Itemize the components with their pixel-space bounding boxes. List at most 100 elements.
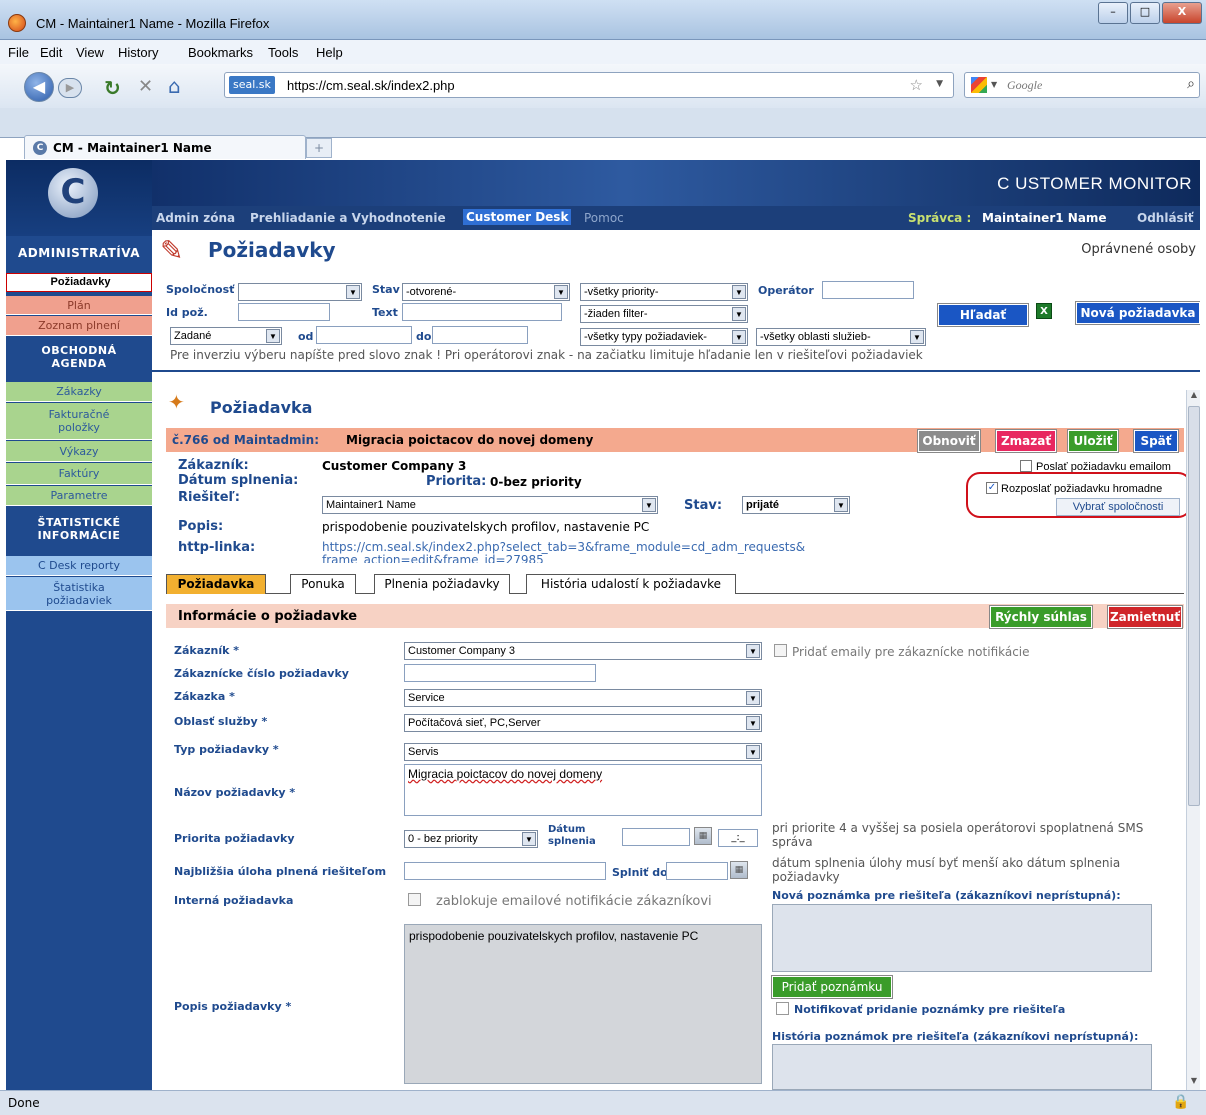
bookmark-star-icon[interactable]: ☆ — [910, 76, 923, 94]
topnav-admin[interactable]: Admin zóna — [156, 211, 235, 225]
menu-bookmarks[interactable]: Bookmarks — [188, 45, 253, 60]
app-logo[interactable]: C — [48, 168, 98, 218]
sidebar-item-poziadavky[interactable]: Požiadavky — [6, 273, 152, 292]
minimize-button[interactable]: – — [1098, 2, 1128, 24]
browser-tab[interactable]: C CM - Maintainer1 Name — [24, 135, 306, 159]
type-select[interactable]: Servis ▼ — [404, 743, 762, 761]
scroll-up-icon[interactable]: ▲ — [1188, 390, 1200, 402]
internal-checkbox[interactable] — [408, 893, 421, 906]
next-task-input[interactable] — [404, 862, 606, 880]
filter-areas-select[interactable]: -všetky oblasti služieb- ▼ — [756, 328, 926, 346]
url-dropdown-icon[interactable]: ▼ — [936, 79, 943, 89]
due-time-input[interactable]: _:_ — [718, 829, 758, 847]
topnav-customer-desk[interactable]: Customer Desk — [463, 209, 572, 225]
refresh-button[interactable]: Obnoviť — [918, 430, 980, 452]
http-link-line2[interactable]: frame_action=edit&frame_id=27985 — [322, 553, 544, 563]
solver-select[interactable]: Maintainer1 Name ▼ — [322, 496, 658, 514]
name-textarea[interactable]: Migracia poictacov do novej domeny — [404, 764, 762, 816]
logout-link[interactable]: Odhlásiť — [1137, 211, 1194, 225]
tab-label[interactable]: CM - Maintainer1 Name — [53, 141, 212, 155]
menu-view[interactable]: View — [76, 45, 104, 60]
form-customer-select[interactable]: Customer Company 3 ▼ — [404, 642, 762, 660]
sidebar-item-zakazky[interactable]: Zákazky — [6, 382, 152, 402]
filter-id-input[interactable] — [238, 303, 330, 321]
sidebar-item-parametre[interactable]: Parametre — [6, 486, 152, 506]
lock-icon[interactable]: 🔒 — [1172, 1094, 1189, 1110]
priority-req-select[interactable]: 0 - bez priority ▼ — [404, 830, 538, 848]
scroll-thumb[interactable] — [1188, 406, 1200, 806]
menu-edit[interactable]: Edit — [40, 45, 62, 60]
add-note-button[interactable]: Pridať poznámku — [772, 976, 892, 998]
bulk-send-checkbox[interactable]: ✓ — [986, 482, 998, 494]
state-select[interactable]: prijaté ▼ — [742, 496, 850, 514]
sidebar-item-zoznam-plneni[interactable]: Zoznam plnení — [6, 316, 152, 336]
back-icon[interactable]: ◀ — [24, 72, 54, 102]
page-scrollbar[interactable]: ▲ ▼ — [1186, 390, 1200, 1090]
reject-button[interactable]: Zamietnuť — [1108, 606, 1182, 628]
calendar-icon[interactable]: ▦ — [730, 861, 748, 879]
reload-icon[interactable]: ↻ — [104, 76, 121, 100]
sidebar-item-statistika[interactable]: Štatistika požiadaviek — [6, 577, 152, 611]
filter-types-select[interactable]: -všetky typy požiadaviek- ▼ — [580, 328, 748, 346]
sidebar-item-vykazy[interactable]: Výkazy — [6, 441, 152, 462]
scroll-down-icon[interactable]: ▼ — [1188, 1076, 1200, 1088]
http-link-line1[interactable]: https://cm.seal.sk/index2.php?select_tab… — [322, 540, 805, 554]
back-button[interactable]: Späť — [1134, 430, 1178, 452]
stop-icon[interactable]: ✕ — [138, 76, 153, 97]
filter-date-type-select[interactable]: Zadané ▼ — [170, 327, 282, 345]
menu-help[interactable]: Help — [316, 45, 343, 60]
order-select[interactable]: Service ▼ — [404, 689, 762, 707]
send-email-checkbox[interactable] — [1020, 460, 1032, 472]
maximize-button[interactable]: □ — [1130, 2, 1160, 24]
new-request-button[interactable]: Nová požiadavka — [1076, 302, 1200, 324]
topnav-review[interactable]: Prehliadanie a Vyhodnotenie — [250, 211, 446, 225]
tab-ponuka[interactable]: Ponuka — [290, 574, 356, 594]
save-button[interactable]: Uložiť — [1068, 430, 1118, 452]
site-identity-badge[interactable]: seal.sk — [229, 76, 275, 94]
sidebar-item-faktury[interactable]: Faktúry — [6, 463, 152, 485]
search-engine-dropdown-icon[interactable]: ▼ — [991, 80, 997, 89]
customer-number-input[interactable] — [404, 664, 596, 682]
tab-plnenia[interactable]: Plnenia požiadavky — [374, 574, 510, 594]
sidebar-item-c-desk-reporty[interactable]: C Desk reporty — [6, 556, 152, 576]
google-icon[interactable] — [971, 77, 987, 93]
choose-companies-button[interactable]: Vybrať spoločnosti — [1056, 498, 1180, 516]
url-bar[interactable]: seal.sk https://cm.seal.sk/index2.php ☆ … — [224, 72, 954, 98]
search-bar[interactable]: ▼ Google ⌕ — [964, 72, 1200, 98]
menu-file[interactable]: File — [8, 45, 29, 60]
filter-text-input[interactable] — [402, 303, 562, 321]
filter-company-select[interactable]: ▼ — [238, 283, 362, 301]
add-emails-checkbox[interactable] — [774, 644, 787, 657]
area-select[interactable]: Počítačová sieť, PC,Server ▼ — [404, 714, 762, 732]
new-tab-button[interactable]: + — [306, 138, 332, 158]
filter-state-select[interactable]: -otvorené- ▼ — [402, 283, 570, 301]
new-note-textarea[interactable] — [772, 904, 1152, 972]
close-button[interactable]: X — [1162, 2, 1202, 24]
search-input[interactable]: Google — [1007, 78, 1042, 93]
sidebar-item-fakturacne-polozky[interactable]: Fakturačné položky — [6, 403, 152, 440]
sidebar-item-plan[interactable]: Plán — [6, 296, 152, 315]
fulfil-by-input[interactable] — [666, 862, 728, 880]
forward-icon[interactable]: ▶ — [58, 78, 82, 98]
search-icon[interactable]: ⌕ — [1187, 76, 1195, 92]
topnav-help[interactable]: Pomoc — [584, 211, 624, 225]
home-icon[interactable]: ⌂ — [168, 74, 181, 98]
excel-export-icon[interactable]: X — [1036, 303, 1052, 319]
authorized-persons-link[interactable]: Oprávnené osoby — [1081, 242, 1196, 257]
filter-filter-select[interactable]: -žiaden filter- ▼ — [580, 305, 748, 323]
filter-operator-input[interactable] — [822, 281, 914, 299]
delete-button[interactable]: Zmazať — [996, 430, 1056, 452]
search-button[interactable]: Hľadať — [938, 304, 1028, 326]
tab-historia[interactable]: História udalostí k požiadavke — [526, 574, 736, 594]
tab-poziadavka[interactable]: Požiadavka — [166, 574, 266, 594]
menu-history[interactable]: History — [118, 45, 158, 60]
description-textarea[interactable]: prispodobenie pouzivatelskych profilov, … — [404, 924, 762, 1084]
filter-to-input[interactable] — [432, 326, 528, 344]
filter-priority-select[interactable]: -všetky priority- ▼ — [580, 283, 748, 301]
filter-from-input[interactable] — [316, 326, 412, 344]
menu-tools[interactable]: Tools — [268, 45, 298, 60]
notify-checkbox[interactable] — [776, 1002, 789, 1015]
due-date-input[interactable] — [622, 828, 690, 846]
calendar-icon[interactable]: ▦ — [694, 827, 712, 845]
quick-approve-button[interactable]: Rýchly súhlas — [990, 606, 1092, 628]
